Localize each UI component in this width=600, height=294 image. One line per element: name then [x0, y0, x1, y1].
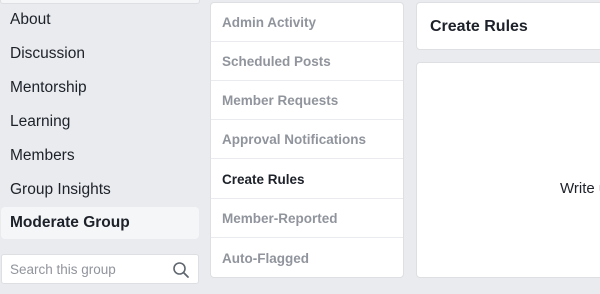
page-title: Create Rules [430, 18, 528, 35]
sidebar-item-group-insights[interactable]: Group Insights [10, 173, 111, 207]
rules-empty-state-text: Write u [560, 180, 600, 197]
search-icon[interactable] [172, 261, 190, 279]
sidebar-item-mentorship[interactable]: Mentorship [10, 71, 87, 105]
menu-item-scheduled-posts[interactable]: Scheduled Posts [211, 42, 403, 81]
sidebar-item-about[interactable]: About [10, 3, 51, 37]
menu-item-admin-activity[interactable]: Admin Activity [211, 3, 403, 42]
page-header-card: Create Rules [416, 2, 600, 50]
sidebar-item-moderate-group[interactable]: Moderate Group [1, 207, 199, 239]
sidebar-item-members[interactable]: Members [10, 139, 75, 173]
moderation-menu: Admin Activity Scheduled Posts Member Re… [210, 2, 404, 278]
menu-item-approval-notifications[interactable]: Approval Notifications [211, 120, 403, 159]
menu-item-create-rules[interactable]: Create Rules [211, 160, 403, 199]
menu-item-auto-flagged[interactable]: Auto-Flagged [211, 239, 403, 278]
sidebar-item-discussion[interactable]: Discussion [10, 37, 85, 71]
menu-item-member-reported[interactable]: Member-Reported [211, 199, 403, 238]
group-search-box [1, 254, 199, 284]
group-sidebar: About Discussion Mentorship Learning Mem… [0, 0, 200, 294]
sidebar-item-learning[interactable]: Learning [10, 105, 70, 139]
menu-item-member-requests[interactable]: Member Requests [211, 81, 403, 120]
rules-content-card: Write u [416, 62, 600, 278]
group-search-input[interactable] [10, 255, 160, 283]
